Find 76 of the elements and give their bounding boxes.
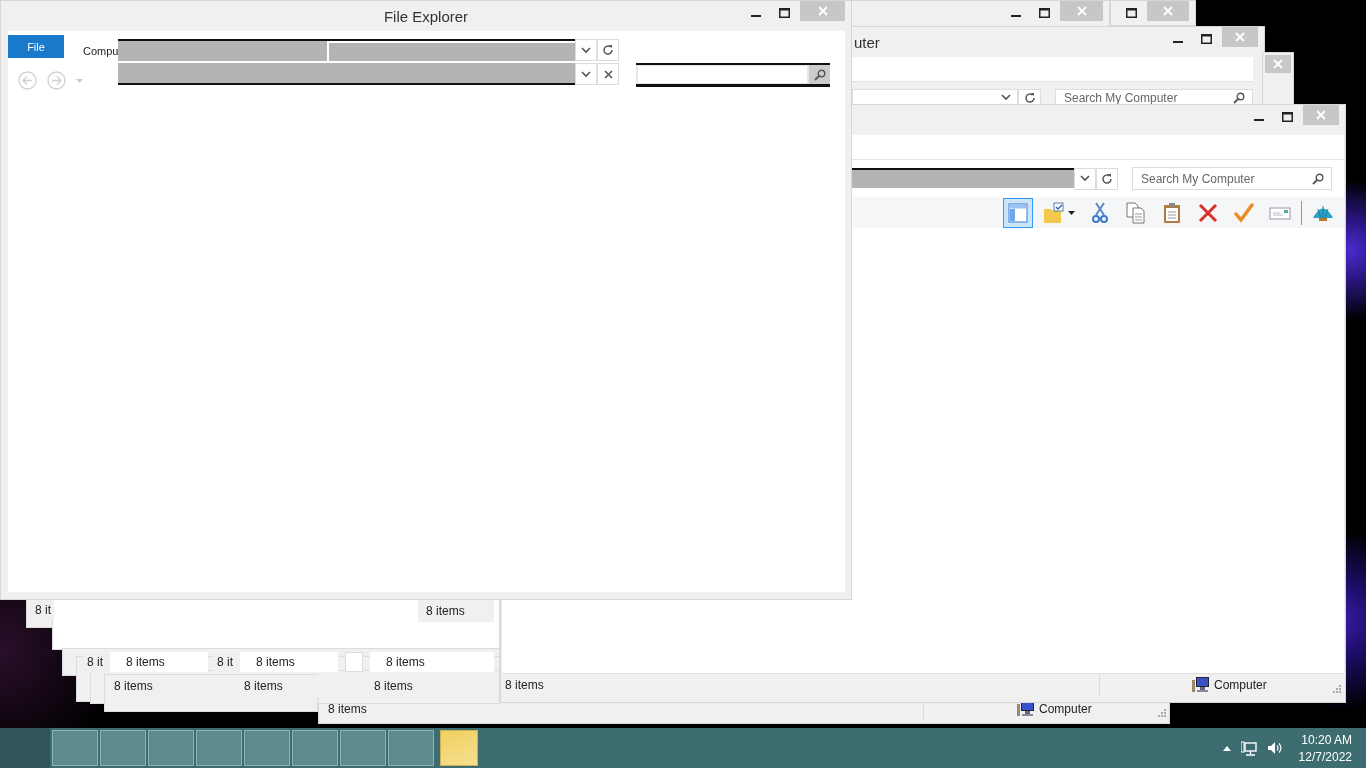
- panes-icon: [1007, 201, 1029, 224]
- search-icon: [1233, 91, 1245, 104]
- chevron-down-icon: [581, 46, 591, 54]
- refresh-icon: [1101, 172, 1113, 185]
- resize-grip-icon[interactable]: [1157, 708, 1166, 717]
- status-bar: 8 items: [110, 652, 208, 672]
- clipboard-icon: [1161, 201, 1183, 224]
- taskbar-button[interactable]: [340, 730, 386, 766]
- taskbar-button[interactable]: [388, 730, 434, 766]
- network-icon[interactable]: [1240, 740, 1257, 756]
- speaker-icon[interactable]: [1266, 741, 1283, 755]
- scissors-icon: [1089, 201, 1111, 224]
- chevron-down-icon: [1080, 175, 1090, 182]
- taskbar-button[interactable]: [292, 730, 338, 766]
- minimize-icon: [1173, 41, 1183, 43]
- computer-icon: [1192, 677, 1210, 693]
- status-bar: 8 it: [32, 600, 54, 620]
- dropdown-button[interactable]: [1074, 167, 1096, 190]
- close-icon: [1316, 110, 1326, 120]
- refresh-icon: [602, 44, 614, 56]
- chevron-down-icon: [1001, 94, 1011, 101]
- close-button[interactable]: [1265, 55, 1291, 73]
- minimize-icon: [1254, 119, 1264, 121]
- address-bar[interactable]: [118, 39, 575, 61]
- clear-button[interactable]: [597, 63, 619, 85]
- clock-time[interactable]: 10:20 AM: [1301, 732, 1352, 747]
- resize-grip-icon[interactable]: [1332, 684, 1341, 693]
- start-button[interactable]: [0, 728, 50, 768]
- close-icon: [1076, 6, 1087, 16]
- close-icon: [817, 6, 828, 16]
- location-label: Computer: [1214, 678, 1267, 692]
- refresh-icon: [1023, 91, 1036, 104]
- search-icon: [813, 68, 826, 81]
- dropdown-button[interactable]: [575, 39, 597, 61]
- close-icon: [1273, 59, 1283, 69]
- minimize-icon: [1011, 15, 1021, 17]
- address-bar[interactable]: [852, 167, 1074, 190]
- dropdown-button[interactable]: [575, 63, 597, 85]
- taskbar-button[interactable]: [100, 730, 146, 766]
- search-field[interactable]: [636, 63, 830, 87]
- taskbar-button[interactable]: [196, 730, 242, 766]
- caret-up-icon[interactable]: [1222, 745, 1231, 751]
- ribbon-tab[interactable]: File: [8, 35, 64, 58]
- checkmark-icon: [1233, 201, 1255, 224]
- maximize-icon: [1200, 34, 1212, 44]
- maximize-icon: [1038, 8, 1050, 18]
- item-count: 8 items: [328, 702, 367, 716]
- chevron-down-icon: [581, 70, 591, 78]
- toolbar-button[interactable]: [1003, 197, 1033, 228]
- location-label: Computer: [1039, 702, 1092, 716]
- item-count: 8 items: [505, 678, 544, 692]
- window-title: File Explorer: [383, 7, 469, 25]
- window-title: uter: [854, 33, 880, 51]
- status-bar: 8 items: [418, 600, 494, 622]
- search-icon: [1312, 172, 1324, 185]
- cross-icon: [1197, 201, 1219, 224]
- ribbon-tab[interactable]: Compu: [83, 39, 119, 62]
- status-bar: 8 items: [370, 652, 494, 672]
- minimize-icon: [751, 15, 761, 17]
- close-icon: [1235, 32, 1245, 42]
- folder-icon: [1043, 201, 1065, 224]
- maximize-icon: [1125, 8, 1137, 18]
- clock-date[interactable]: 12/7/2022: [1298, 749, 1352, 764]
- taskbar-button[interactable]: [244, 730, 290, 766]
- taskbar-button[interactable]: [148, 730, 194, 766]
- maximize-icon: [1281, 112, 1293, 122]
- status-bar: 8 items: [240, 652, 338, 672]
- close-icon: [1163, 6, 1173, 16]
- clear-icon: [603, 69, 613, 79]
- refresh-button[interactable]: [597, 39, 619, 61]
- taskbar-button[interactable]: [52, 730, 98, 766]
- copy-icon: [1125, 201, 1147, 224]
- refresh-button[interactable]: [1096, 167, 1118, 190]
- maximize-icon: [778, 8, 790, 18]
- address-bar[interactable]: [118, 63, 575, 85]
- caret-icon: [1068, 210, 1075, 215]
